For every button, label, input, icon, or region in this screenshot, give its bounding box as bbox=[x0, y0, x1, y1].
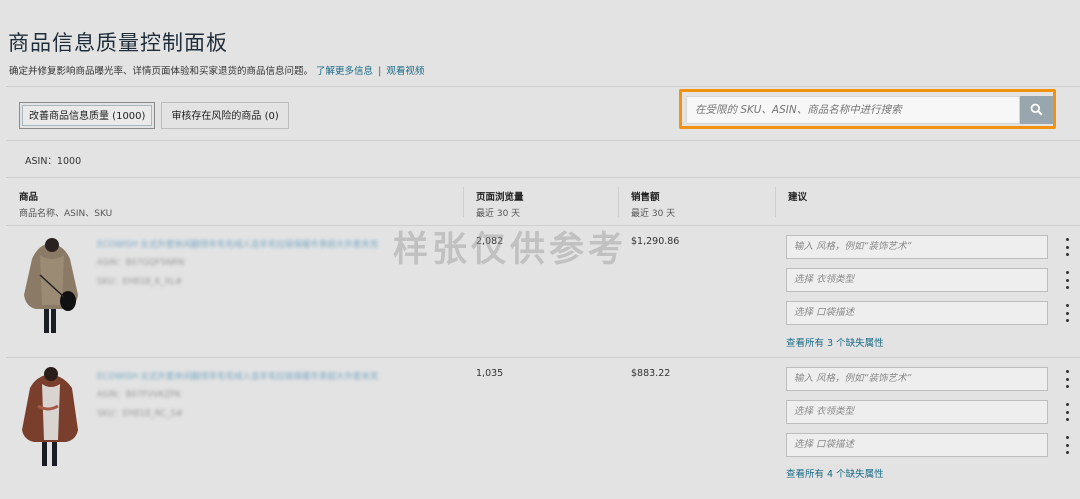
search-icon bbox=[1030, 101, 1043, 120]
pocket-description-select[interactable]: 选择 口袋描述 bbox=[786, 433, 1048, 457]
search-button[interactable] bbox=[1020, 96, 1053, 124]
col-suggestions: 建议 bbox=[788, 189, 807, 203]
collar-type-select[interactable]: 选择 衣领类型 bbox=[786, 268, 1048, 292]
page-views-value: 1,035 bbox=[476, 368, 504, 379]
view-missing-attributes-link[interactable]: 查看所有 3 个缺失属性 bbox=[786, 335, 884, 349]
tab-review-at-risk[interactable]: 审核存在风险的商品 (0) bbox=[161, 102, 289, 129]
col-page-views-title: 页面浏览量 bbox=[476, 192, 524, 203]
tab-improve-quality[interactable]: 改善商品信息质量 (1000) bbox=[19, 102, 156, 129]
tab-bar: 改善商品信息质量 (1000) 审核存在风险的商品 (0) bbox=[19, 102, 289, 129]
learn-more-link[interactable]: 了解更多信息 bbox=[316, 66, 373, 77]
more-options-icon[interactable] bbox=[1062, 370, 1072, 388]
search-input[interactable] bbox=[686, 96, 1020, 124]
product-sku: SKU：EH818_K_XL# bbox=[97, 277, 183, 287]
collar-type-select[interactable]: 选择 衣领类型 bbox=[786, 400, 1048, 424]
view-missing-attributes-link[interactable]: 查看所有 4 个缺失属性 bbox=[786, 466, 884, 480]
asin-count: ASIN：1000 bbox=[25, 156, 82, 167]
page-views-value: 2,082 bbox=[476, 236, 504, 247]
product-sku: SKU：EH818_RC_S# bbox=[97, 409, 183, 419]
page-title: 商品信息质量控制面板 bbox=[8, 31, 228, 55]
col-suggestions-title: 建议 bbox=[788, 192, 808, 203]
col-sales-subtitle: 最近 30 天 bbox=[631, 209, 676, 219]
col-divider bbox=[618, 187, 619, 217]
col-product: 商品 商品名称、ASIN、SKU bbox=[19, 189, 112, 219]
col-divider bbox=[775, 187, 776, 217]
style-input[interactable]: 输入 风格，例如“装饰艺术” bbox=[786, 235, 1048, 259]
col-sales: 销售额 最近 30 天 bbox=[631, 189, 675, 219]
col-page-views: 页面浏览量 最近 30 天 bbox=[476, 189, 524, 219]
product-image[interactable] bbox=[18, 366, 84, 468]
sales-value: $1,290.86 bbox=[631, 236, 680, 247]
more-options-icon[interactable] bbox=[1062, 403, 1072, 421]
more-options-icon[interactable] bbox=[1062, 238, 1072, 256]
table-row: ECOWISH 女式外套休闲翻领羊毛毛绒人造羊毛拉链保暖冬季超大外套夹克 ASI… bbox=[6, 358, 1080, 488]
col-product-subtitle: 商品名称、ASIN、SKU bbox=[19, 209, 113, 219]
page-description: 确定并修复影响商品曝光率、详情页面体验和买家退货的商品信息问题。 了解更多信息 … bbox=[9, 63, 424, 77]
col-product-title: 商品 bbox=[19, 192, 39, 203]
style-input[interactable]: 输入 风格，例如“装饰艺术” bbox=[786, 367, 1048, 391]
product-image[interactable] bbox=[18, 235, 84, 337]
more-options-icon[interactable] bbox=[1062, 304, 1072, 322]
table-row: ECOWISH 女式外套休闲翻领羊毛毛绒人造羊毛拉链保暖冬季超大外套夹克 ASI… bbox=[6, 226, 1080, 358]
pocket-description-select[interactable]: 选择 口袋描述 bbox=[786, 301, 1048, 325]
product-name-link[interactable]: ECOWISH 女式外套休闲翻领羊毛毛绒人造羊毛拉链保暖冬季超大外套夹克 bbox=[97, 238, 378, 250]
col-divider bbox=[463, 187, 464, 217]
description-text: 确定并修复影响商品曝光率、详情页面体验和买家退货的商品信息问题。 bbox=[9, 66, 314, 77]
dashboard-panel: 改善商品信息质量 (1000) 审核存在风险的商品 (0) ASIN：1000 … bbox=[6, 86, 1080, 497]
asin-count-bar: ASIN：1000 bbox=[6, 140, 1080, 178]
sales-value: $883.22 bbox=[631, 368, 671, 379]
watch-video-link[interactable]: 观看视频 bbox=[386, 66, 424, 77]
link-separator: | bbox=[378, 66, 382, 77]
col-sales-title: 销售额 bbox=[631, 192, 660, 203]
col-page-views-subtitle: 最近 30 天 bbox=[476, 209, 521, 219]
product-asin: ASIN：B07FVVKZPK bbox=[97, 390, 181, 400]
more-options-icon[interactable] bbox=[1062, 271, 1072, 289]
table-header: 商品 商品名称、ASIN、SKU 页面浏览量 最近 30 天 销售额 最近 30… bbox=[6, 177, 1080, 226]
page-frame: 商品信息质量控制面板 确定并修复影响商品曝光率、详情页面体验和买家退货的商品信息… bbox=[3, 3, 1080, 497]
more-options-icon[interactable] bbox=[1062, 436, 1072, 454]
product-name-link[interactable]: ECOWISH 女式外套休闲翻领羊毛毛绒人造羊毛拉链保暖冬季超大外套夹克 bbox=[97, 370, 378, 382]
product-asin: ASIN：B07GQF5NRN bbox=[97, 258, 185, 268]
